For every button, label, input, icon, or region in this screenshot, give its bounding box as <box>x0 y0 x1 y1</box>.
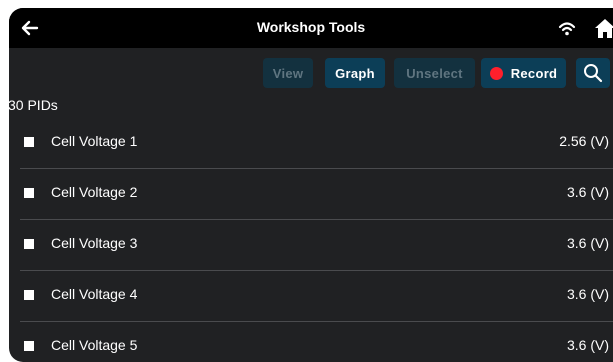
search-icon <box>584 64 603 83</box>
page-title: Workshop Tools <box>256 19 366 35</box>
pid-row[interactable]: Cell Voltage 3 3.6 (V) <box>9 220 613 270</box>
pid-value: 2.56 (V) <box>559 133 609 149</box>
pid-row[interactable]: Cell Voltage 5 3.6 (V) <box>9 322 613 362</box>
pid-name: Cell Voltage 5 <box>51 337 138 353</box>
row-checkbox[interactable] <box>24 239 34 249</box>
pid-value: 3.6 (V) <box>566 184 609 200</box>
pid-value: 3.6 (V) <box>566 235 609 251</box>
pid-name: Cell Voltage 2 <box>51 184 138 200</box>
pid-row[interactable]: Cell Voltage 1 2.56 (V) <box>9 118 613 168</box>
row-checkbox[interactable] <box>24 341 34 351</box>
wifi-icon <box>558 22 576 36</box>
pid-row[interactable]: Cell Voltage 4 3.6 (V) <box>9 271 613 321</box>
pid-name: Cell Voltage 4 <box>51 286 138 302</box>
pid-name: Cell Voltage 1 <box>51 133 138 149</box>
pid-row[interactable]: Cell Voltage 2 3.6 (V) <box>9 169 613 219</box>
view-button[interactable]: View <box>263 58 313 88</box>
row-checkbox[interactable] <box>24 137 34 147</box>
pid-value: 3.6 (V) <box>566 286 609 302</box>
record-label: Record <box>510 65 558 81</box>
unselect-button[interactable]: Unselect <box>394 58 475 88</box>
pid-value: 3.6 (V) <box>566 337 609 353</box>
search-button[interactable] <box>576 58 610 88</box>
row-checkbox[interactable] <box>24 290 34 300</box>
top-bar: Workshop Tools <box>9 8 613 48</box>
pid-name: Cell Voltage 3 <box>51 235 138 251</box>
pid-count: 30 PIDs <box>9 97 58 113</box>
app-frame: Workshop Tools View Graph Unselect Recor… <box>9 8 613 362</box>
home-icon[interactable] <box>593 17 613 39</box>
graph-button[interactable]: Graph <box>325 58 385 88</box>
record-dot-icon <box>489 66 503 80</box>
row-checkbox[interactable] <box>24 188 34 198</box>
record-button[interactable]: Record <box>481 58 566 88</box>
